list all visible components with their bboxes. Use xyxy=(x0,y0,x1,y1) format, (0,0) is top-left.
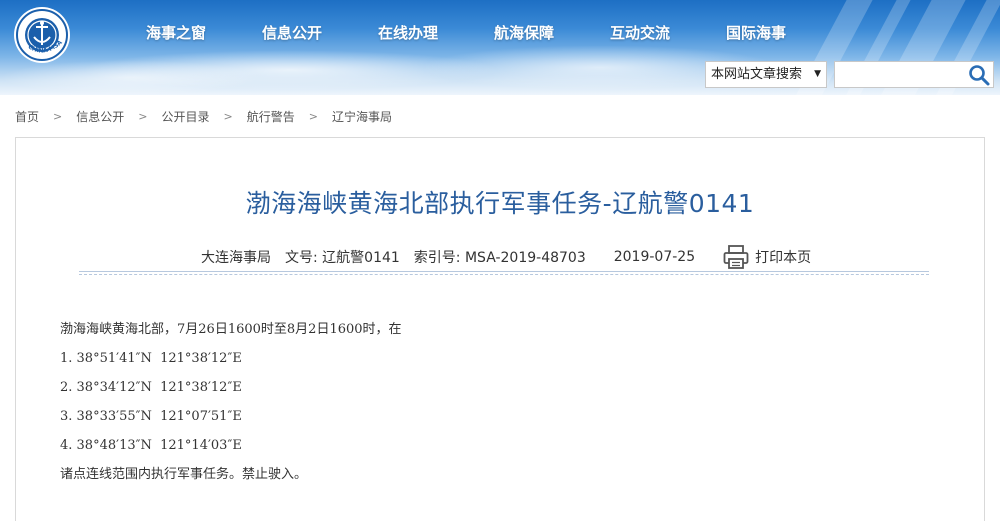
article-title: 渤海海峡黄海北部执行军事任务-辽航警0141 xyxy=(245,189,755,218)
msa-logo[interactable]: CHINA MSA xyxy=(13,6,71,64)
nav-item-international[interactable]: 国际海事 xyxy=(698,20,814,46)
chevron-right-icon: > xyxy=(223,109,233,123)
article-paragraph: 3. 38°33′55″N 121°07′51″E xyxy=(60,409,242,424)
article-meta: 大连海事局 文号: 辽航警0141 索引号: MSA-2019-48703 20… xyxy=(201,245,825,269)
article-body: 渤海海峡黄海北部，7月26日1600时至8月2日1600时，在 1. 38°51… xyxy=(60,315,402,489)
search-scope-select[interactable]: 本网站文章搜索 ▼ xyxy=(705,61,827,88)
article-source: 大连海事局 xyxy=(201,250,271,266)
article-paragraph: 渤海海峡黄海北部，7月26日1600时至8月2日1600时，在 xyxy=(60,322,402,337)
meta-divider xyxy=(79,271,929,275)
article-paragraph: 1. 38°51′41″N 121°38′12″E xyxy=(60,351,242,366)
printer-icon xyxy=(723,245,749,269)
nav-item-navigation-safety[interactable]: 航海保障 xyxy=(466,20,582,46)
search-scope-label: 本网站文章搜索 xyxy=(711,67,803,82)
nav-item-maritime-window[interactable]: 海事之窗 xyxy=(118,20,234,46)
article-panel: 渤海海峡黄海北部执行军事任务-辽航警0141 大连海事局 文号: 辽航警0141… xyxy=(15,137,985,521)
main-nav: 海事之窗 信息公开 在线办理 航海保障 互动交流 国际海事 xyxy=(118,20,814,46)
article-doc-number: 文号: 辽航警0141 xyxy=(285,250,400,266)
article-paragraph: 2. 38°34′12″N 121°38′12″E xyxy=(60,380,242,395)
search-icon[interactable] xyxy=(967,63,991,87)
chevron-right-icon: > xyxy=(53,109,63,123)
breadcrumb-home[interactable]: 首页 xyxy=(15,108,39,125)
nav-item-info-disclosure[interactable]: 信息公开 xyxy=(234,20,350,46)
breadcrumb-info-disclosure[interactable]: 信息公开 xyxy=(76,108,124,125)
chevron-right-icon: > xyxy=(138,109,148,123)
nav-item-interaction[interactable]: 互动交流 xyxy=(582,20,698,46)
print-page-button[interactable]: 打印本页 xyxy=(723,245,825,269)
breadcrumb: 首页 > 信息公开 > 公开目录 > 航行警告 > 辽宁海事局 xyxy=(15,107,392,125)
dropdown-arrow-icon: ▼ xyxy=(814,69,821,79)
breadcrumb-liaoning-msa[interactable]: 辽宁海事局 xyxy=(332,108,392,125)
article-date: 2019-07-25 xyxy=(613,249,696,265)
breadcrumb-nav-warnings[interactable]: 航行警告 xyxy=(247,108,295,125)
article-paragraph: 4. 38°48′13″N 121°14′03″E xyxy=(60,438,242,453)
chevron-right-icon: > xyxy=(308,109,318,123)
article-paragraph: 诸点连线范围内执行军事任务。禁止驶入。 xyxy=(60,467,308,482)
print-label: 打印本页 xyxy=(755,250,812,266)
article-index-number: 索引号: MSA-2019-48703 xyxy=(413,250,586,266)
breadcrumb-catalog[interactable]: 公开目录 xyxy=(161,108,209,125)
nav-item-online-service[interactable]: 在线办理 xyxy=(350,20,466,46)
